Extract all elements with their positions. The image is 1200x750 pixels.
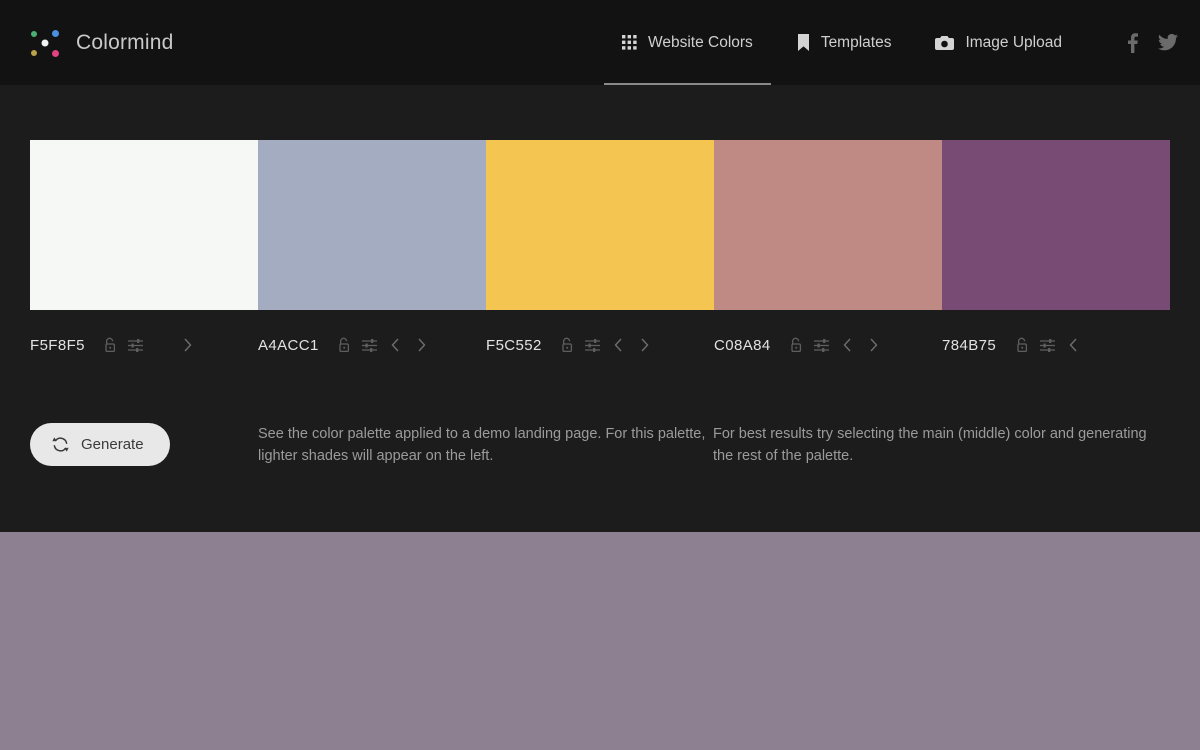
twitter-icon[interactable] <box>1158 34 1178 51</box>
logo-dot-blue <box>52 29 59 37</box>
bookmark-icon <box>797 34 810 51</box>
grid-icon <box>622 35 637 50</box>
generate-label: Generate <box>81 436 144 453</box>
next-color-button[interactable] <box>175 332 201 358</box>
unlock-icon[interactable] <box>554 332 580 358</box>
tune-icon[interactable] <box>123 332 149 358</box>
site-header: Colormind Website Colors Templates Image… <box>0 0 1200 85</box>
swatch-controls: F5C552 <box>486 332 714 358</box>
prev-color-button[interactable] <box>835 332 861 358</box>
nav-label: Image Upload <box>965 33 1062 51</box>
nav-label: Templates <box>820 33 892 51</box>
colormind-dots-logo <box>28 26 62 60</box>
logo-dot-pink <box>52 49 59 57</box>
hex-label[interactable]: F5C552 <box>486 337 542 354</box>
nav-item-image-upload[interactable]: Image Upload <box>913 0 1084 85</box>
next-color-button[interactable] <box>632 332 658 358</box>
tune-icon[interactable] <box>580 332 606 358</box>
color-swatch[interactable] <box>30 140 258 310</box>
palette-blurb-left: See the color palette applied to a demo … <box>258 426 706 465</box>
facebook-icon[interactable] <box>1127 32 1138 53</box>
generate-button[interactable]: Generate <box>30 423 170 466</box>
hex-label[interactable]: F5F8F5 <box>30 337 85 354</box>
nav-label: Website Colors <box>648 33 753 51</box>
prev-color-button[interactable] <box>606 332 632 358</box>
next-color-button[interactable] <box>861 332 887 358</box>
tune-icon[interactable] <box>809 332 835 358</box>
logo-dot-green <box>31 30 37 37</box>
nav-item-templates[interactable]: Templates <box>775 0 914 85</box>
hex-label[interactable]: 784B75 <box>942 337 996 354</box>
logo-dot-olive <box>31 49 37 56</box>
unlock-icon[interactable] <box>1008 332 1034 358</box>
swatch-controls: 784B75 <box>942 332 1170 358</box>
next-color-button[interactable] <box>409 332 435 358</box>
color-swatch[interactable] <box>258 140 486 310</box>
color-swatch[interactable] <box>942 140 1170 310</box>
hex-label[interactable]: A4ACC1 <box>258 337 319 354</box>
unlock-icon[interactable] <box>783 332 809 358</box>
tune-icon[interactable] <box>357 332 383 358</box>
prev-color-button[interactable] <box>1060 332 1086 358</box>
brand[interactable]: Colormind <box>28 26 174 60</box>
nav-item-website-colors[interactable]: Website Colors <box>600 0 775 85</box>
swatch-row <box>30 140 1170 310</box>
generate-column: Generate <box>30 423 258 466</box>
prev-color-button[interactable] <box>383 332 409 358</box>
swatch-controls: A4ACC1 <box>258 332 486 358</box>
swatch-controls: C08A84 <box>714 332 942 358</box>
main-nav: Website Colors Templates Image Upload <box>600 0 1084 85</box>
swatch-controls: F5F8F5 <box>30 332 258 358</box>
color-swatch[interactable] <box>714 140 942 310</box>
actions-row: Generate See the color palette applied t… <box>30 423 1170 468</box>
palette-section: F5F8F5 A4ACC1 F5C552 C08A84 784B75 <box>0 85 1200 358</box>
unlock-icon[interactable] <box>331 332 357 358</box>
logo-dot-center <box>41 39 49 46</box>
brand-name: Colormind <box>76 30 174 54</box>
camera-icon <box>935 35 955 51</box>
demo-landing-preview: Apply it to the palette <box>0 532 1200 750</box>
unlock-icon[interactable] <box>97 332 123 358</box>
social-links <box>1127 0 1178 85</box>
refresh-icon <box>52 436 69 453</box>
palette-blurb-right: For best results try selecting the main … <box>713 426 1147 465</box>
color-swatch[interactable] <box>486 140 714 310</box>
swatch-controls-row: F5F8F5 A4ACC1 F5C552 C08A84 784B75 <box>30 332 1170 358</box>
hex-label[interactable]: C08A84 <box>714 337 771 354</box>
tune-icon[interactable] <box>1034 332 1060 358</box>
